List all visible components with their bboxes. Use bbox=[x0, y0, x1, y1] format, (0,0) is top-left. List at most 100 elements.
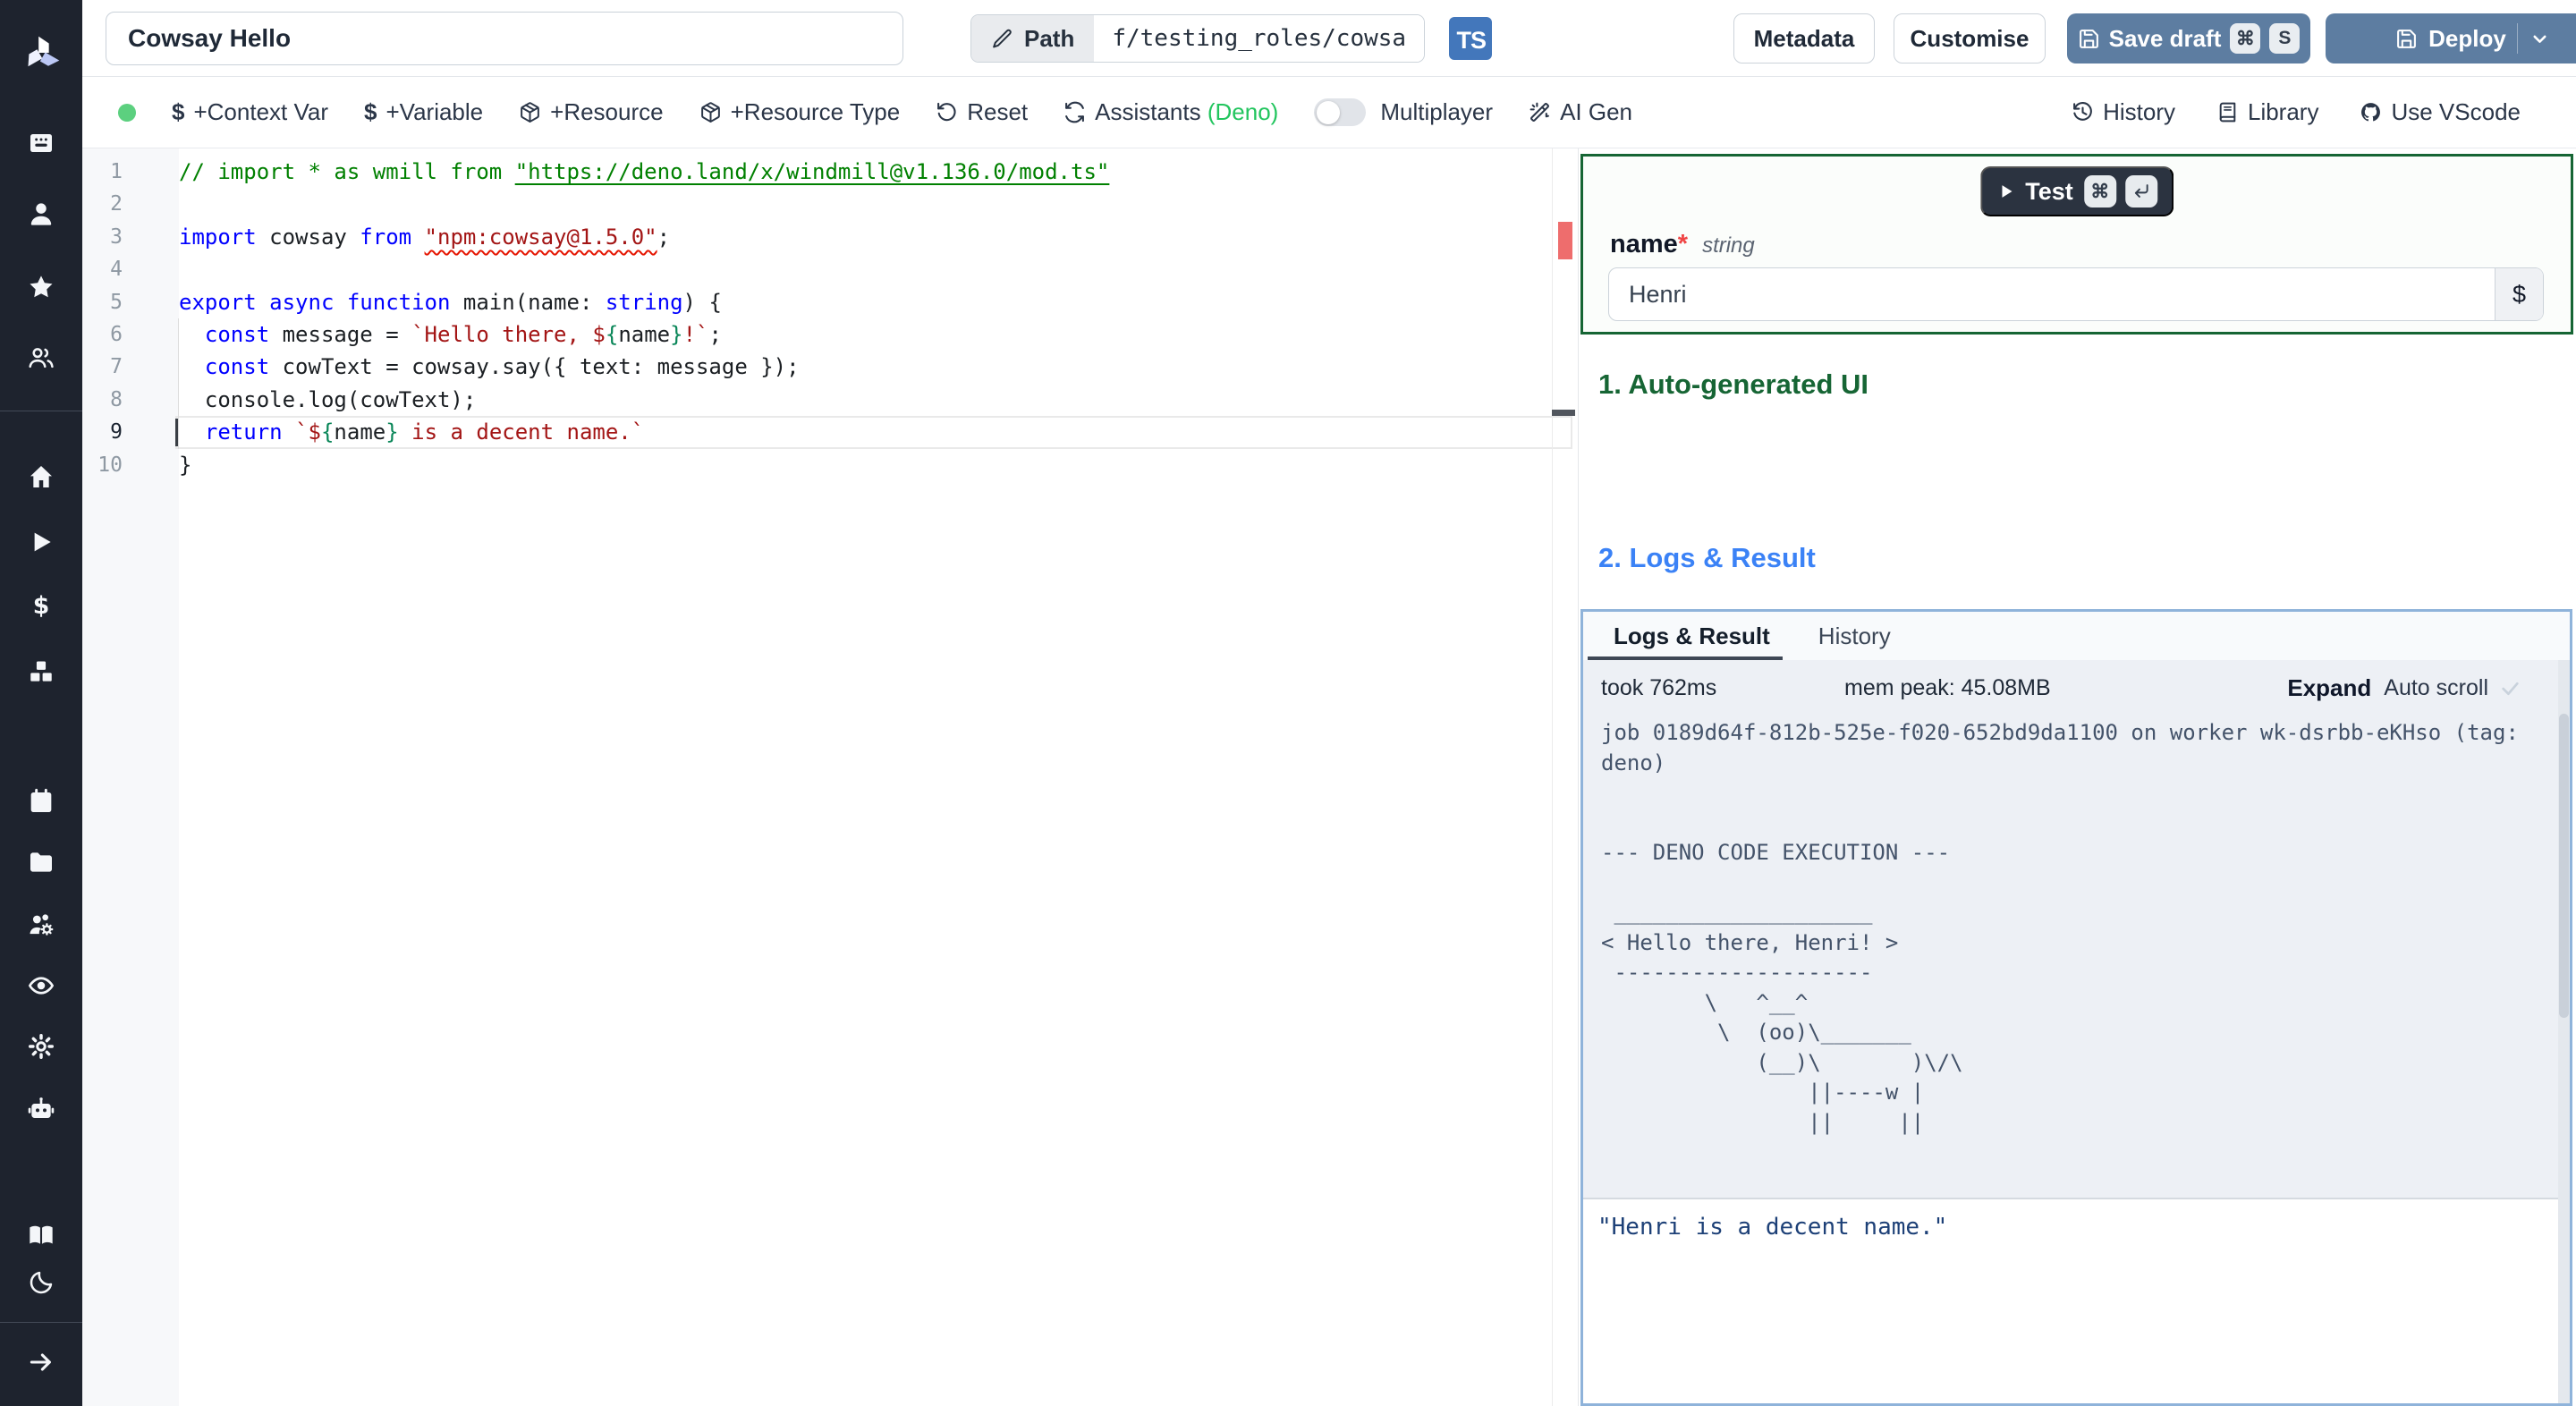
tab-logs-result[interactable]: Logs & Result bbox=[1614, 623, 1770, 650]
code-line-3[interactable]: 3 import cowsay from "npm:cowsay@1.5.0"; bbox=[82, 221, 1578, 253]
save-icon bbox=[2395, 28, 2418, 50]
code-line-10[interactable]: 10} bbox=[82, 449, 1578, 481]
code-text: } bbox=[179, 452, 192, 478]
save-draft-button[interactable]: Save draft ⌘ S bbox=[2067, 13, 2310, 64]
bot-icon bbox=[27, 1095, 55, 1123]
sidebar-item-play[interactable] bbox=[0, 517, 82, 567]
code-line-4[interactable]: 4 bbox=[82, 253, 1578, 285]
edit-path-button[interactable]: Path bbox=[971, 15, 1095, 62]
deploy-split-divider bbox=[2516, 23, 2518, 54]
add-resource-button[interactable]: +Resource bbox=[519, 98, 664, 126]
sidebar-item-kiosk[interactable] bbox=[0, 118, 82, 168]
folder-icon bbox=[27, 848, 55, 877]
reset-button[interactable]: Reset bbox=[936, 98, 1028, 126]
code-editor[interactable]: 1 // import * as wmill from "https://deno… bbox=[82, 148, 1579, 1406]
line-number: 6 bbox=[110, 322, 123, 346]
sidebar-item-dollar[interactable]: $ bbox=[0, 581, 82, 631]
settings-icon bbox=[27, 1032, 55, 1061]
s-key-badge: S bbox=[2269, 23, 2301, 54]
autoscroll-label[interactable]: Auto scroll bbox=[2384, 675, 2488, 701]
book-open-icon bbox=[27, 1221, 55, 1249]
code-line-8[interactable]: 8 console.log(cowText); bbox=[82, 384, 1578, 416]
logs-panel: Logs & Result History took 762ms mem pea… bbox=[1580, 609, 2572, 1406]
code-line-6[interactable]: 6 const message = `Hello there, ${name}!… bbox=[82, 318, 1578, 351]
user-icon bbox=[27, 199, 55, 228]
code-line-1[interactable]: 1 // import * as wmill from "https://deno… bbox=[82, 156, 1578, 188]
logs-tabbar: Logs & Result History bbox=[1583, 612, 2570, 660]
code-text: console.log(cowText); bbox=[179, 386, 477, 412]
library-button[interactable]: Library bbox=[2216, 98, 2318, 126]
preview-panel: Test ⌘ name * string $ 1. Auto-generated… bbox=[1579, 148, 2576, 1406]
field-type-label: string bbox=[1702, 233, 1755, 258]
sidebar-item-book-open[interactable] bbox=[0, 1210, 82, 1260]
tab-history[interactable]: History bbox=[1818, 623, 1891, 650]
package-icon bbox=[519, 101, 541, 123]
code-text: export async function main(name: string)… bbox=[179, 289, 722, 315]
kiosk-icon bbox=[27, 129, 55, 157]
dollar-sign-icon: $ bbox=[364, 98, 377, 125]
code-line-2[interactable]: 2 bbox=[82, 188, 1578, 220]
line-number: 1 bbox=[110, 160, 123, 183]
result-box: "Henri is a decent name." bbox=[1583, 1198, 2570, 1403]
sidebar-item-moon[interactable] bbox=[0, 1258, 82, 1308]
rotate-ccw-icon bbox=[936, 101, 958, 123]
wand-icon bbox=[1529, 101, 1551, 123]
expand-button[interactable]: Expand bbox=[2287, 674, 2371, 702]
sidebar-item-star[interactable] bbox=[0, 262, 82, 312]
code-text: // import * as wmill from "https://deno.… bbox=[179, 159, 1110, 184]
use-vscode-button[interactable]: Use VScode bbox=[2360, 98, 2521, 126]
logs-scrollbar[interactable] bbox=[2558, 660, 2570, 1403]
boxes-icon bbox=[27, 657, 55, 686]
code-text: const cowText = cowsay.say({ text: messa… bbox=[204, 354, 800, 380]
line-number: 5 bbox=[110, 290, 123, 314]
field-name-label: name bbox=[1610, 230, 1678, 258]
metadata-button[interactable]: Metadata bbox=[1733, 13, 1875, 64]
sidebar-item-arrow-right[interactable] bbox=[0, 1337, 82, 1387]
sidebar-item-boxes[interactable] bbox=[0, 647, 82, 697]
line-number: 7 bbox=[110, 355, 123, 379]
sidebar-item-folder[interactable] bbox=[0, 837, 82, 887]
code-line-5[interactable]: 5 export async function main(name: string… bbox=[82, 286, 1578, 318]
chevron-down-icon[interactable] bbox=[2529, 28, 2551, 50]
customise-button[interactable]: Customise bbox=[1894, 13, 2046, 64]
code-line-7[interactable]: 7 const cowText = cowsay.say({ text: mes… bbox=[82, 351, 1578, 383]
multiplayer-control: Multiplayer bbox=[1314, 98, 1493, 126]
sidebar-item-users[interactable] bbox=[0, 333, 82, 383]
deploy-button[interactable]: Deploy bbox=[2326, 13, 2576, 64]
code-text: import cowsay from "npm:cowsay@1.5.0"; bbox=[179, 224, 671, 250]
arrow-right-icon bbox=[27, 1348, 55, 1376]
typescript-badge: TS bbox=[1449, 17, 1492, 60]
sidebar-item-user[interactable] bbox=[0, 189, 82, 239]
scrollbar-thumb[interactable] bbox=[2559, 714, 2569, 1018]
history-button[interactable]: History bbox=[2072, 98, 2175, 126]
users-icon bbox=[27, 343, 55, 372]
add-variable-button[interactable]: $ +Variable bbox=[364, 98, 483, 126]
windmill-logo-icon[interactable] bbox=[21, 32, 63, 73]
test-button[interactable]: Test ⌘ bbox=[1980, 166, 2174, 216]
save-icon bbox=[2078, 28, 2100, 50]
insert-variable-button[interactable]: $ bbox=[2495, 268, 2543, 320]
text-cursor bbox=[175, 419, 178, 446]
sidebar-item-bot[interactable] bbox=[0, 1084, 82, 1134]
sidebar-item-home[interactable] bbox=[0, 452, 82, 502]
add-resource-type-button[interactable]: +Resource Type bbox=[699, 98, 900, 126]
home-icon bbox=[27, 462, 55, 491]
cmd-key-badge: ⌘ bbox=[2230, 23, 2261, 54]
code-line-9[interactable]: 9 return `${name} is a decent name.` bbox=[82, 416, 1578, 449]
multiplayer-toggle[interactable] bbox=[1314, 98, 1367, 126]
script-title-input[interactable] bbox=[106, 12, 903, 65]
path-input[interactable]: f/testing_roles/cowsa bbox=[1094, 15, 1425, 62]
name-field-input[interactable] bbox=[1609, 268, 2493, 320]
play-icon bbox=[1996, 182, 2016, 201]
mem-peak: mem peak: 45.08MB bbox=[1844, 675, 2051, 700]
sidebar-item-calendar[interactable] bbox=[0, 776, 82, 826]
ai-gen-button[interactable]: AI Gen bbox=[1529, 98, 1632, 126]
path-group: Path f/testing_roles/cowsa bbox=[970, 14, 1426, 63]
sidebar-item-users-cog[interactable] bbox=[0, 900, 82, 950]
assistants-button[interactable]: Assistants (Deno) bbox=[1063, 98, 1278, 126]
line-number: 2 bbox=[110, 192, 123, 216]
add-context-var-button[interactable]: $ +Context Var bbox=[172, 98, 328, 126]
sidebar-item-settings[interactable] bbox=[0, 1021, 82, 1071]
sidebar-item-eye[interactable] bbox=[0, 961, 82, 1011]
check-icon[interactable] bbox=[2499, 677, 2521, 699]
